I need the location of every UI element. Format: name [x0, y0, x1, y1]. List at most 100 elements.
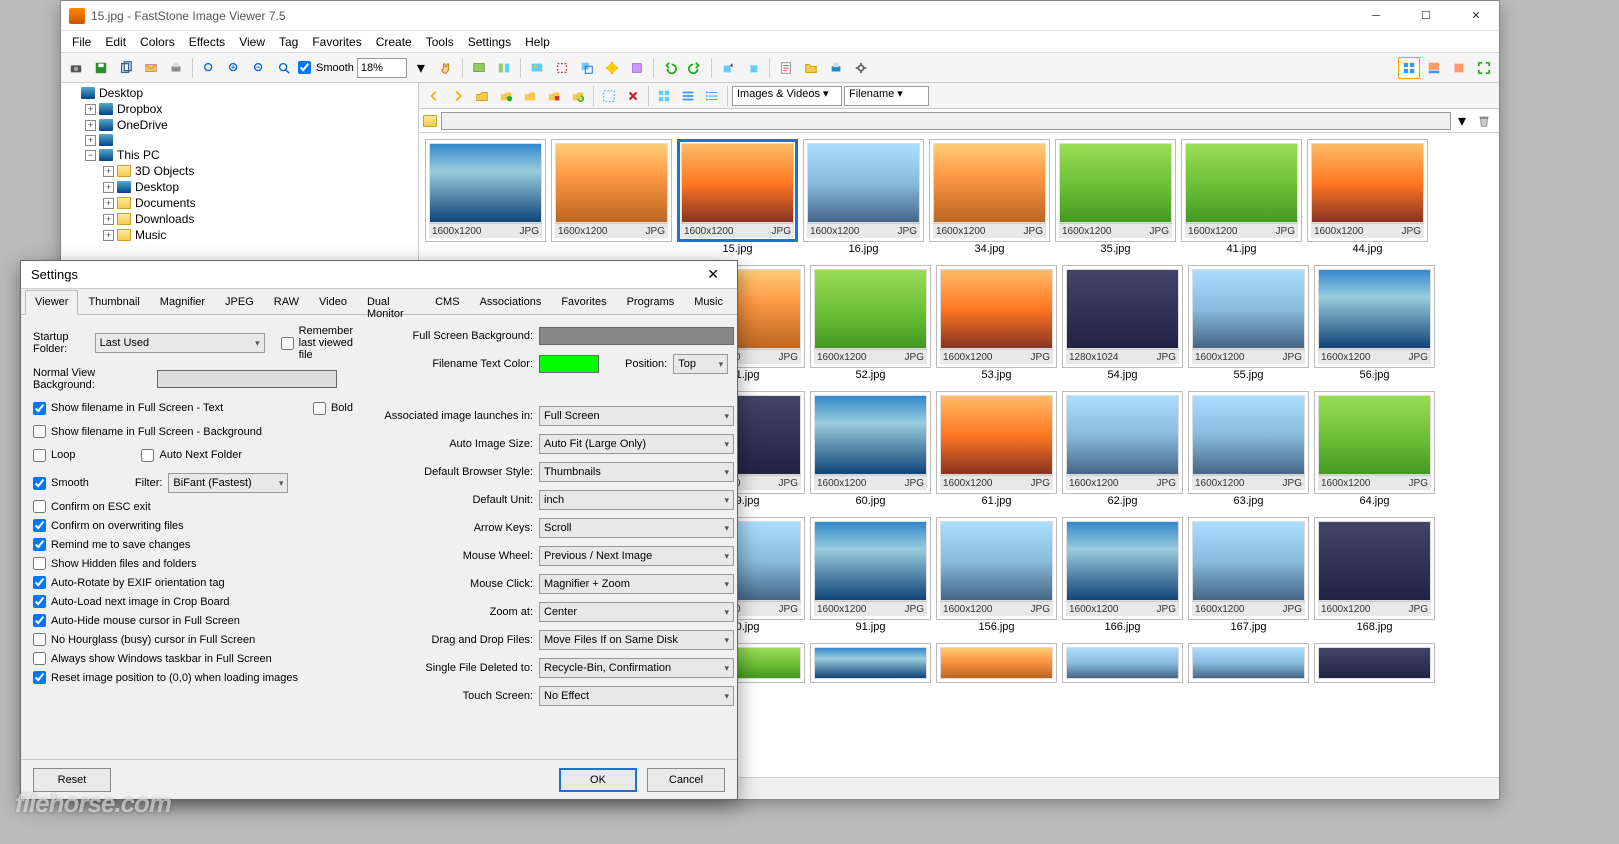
tab-viewer[interactable]: Viewer: [25, 290, 78, 315]
confirm-esc-checkbox[interactable]: Confirm on ESC exit: [33, 500, 353, 513]
menu-file[interactable]: File: [65, 33, 98, 51]
loop-checkbox[interactable]: Loop: [33, 449, 75, 462]
folder-red-icon[interactable]: [543, 85, 565, 107]
startup-folder-combo[interactable]: Last Used: [95, 333, 265, 353]
always-taskbar-checkbox[interactable]: Always show Windows taskbar in Full Scre…: [33, 652, 353, 665]
folder-new-icon[interactable]: [495, 85, 517, 107]
auto-next-checkbox[interactable]: Auto Next Folder: [141, 449, 242, 462]
path-input[interactable]: [441, 112, 1451, 130]
view-list-icon[interactable]: [677, 85, 699, 107]
zoomat-combo[interactable]: Center: [539, 602, 734, 622]
folder-up-icon[interactable]: [471, 85, 493, 107]
thumbnail[interactable]: 1600x1200JPG53.jpg: [936, 265, 1057, 381]
menu-favorites[interactable]: Favorites: [305, 33, 368, 51]
save-icon[interactable]: [90, 57, 112, 79]
menu-effects[interactable]: Effects: [182, 33, 232, 51]
show-filename-bg-checkbox[interactable]: Show filename in Full Screen - Backgroun…: [33, 425, 353, 438]
tab-jpeg[interactable]: JPEG: [215, 290, 264, 315]
trash-icon[interactable]: [1473, 110, 1495, 132]
zoom-out-icon[interactable]: [248, 57, 270, 79]
thumbnail[interactable]: 1600x1200JPG156.jpg: [936, 517, 1057, 633]
filter-combo-setting[interactable]: BiFant (Fastest): [168, 473, 288, 493]
close-button[interactable]: ✕: [1461, 6, 1491, 26]
thumbnail[interactable]: 1600x1200JPG16.jpg: [803, 139, 924, 255]
auto-size-combo[interactable]: Auto Fit (Large Only): [539, 434, 734, 454]
view-details-icon[interactable]: [701, 85, 723, 107]
tab-associations[interactable]: Associations: [470, 290, 552, 315]
tab-music[interactable]: Music: [684, 290, 733, 315]
thumbnail[interactable]: 1600x1200JPG: [551, 139, 672, 255]
hand-icon[interactable]: [435, 57, 457, 79]
ok-button[interactable]: OK: [559, 768, 637, 792]
tab-favorites[interactable]: Favorites: [551, 290, 616, 315]
browser-style-combo[interactable]: Thumbnails: [539, 462, 734, 482]
folder-icon[interactable]: [800, 57, 822, 79]
settings-icon[interactable]: [850, 57, 872, 79]
maximize-button[interactable]: ☐: [1411, 6, 1441, 26]
menu-create[interactable]: Create: [369, 33, 419, 51]
dragdrop-combo[interactable]: Move Files If on Same Disk: [539, 630, 734, 650]
print2-icon[interactable]: [825, 57, 847, 79]
show-hidden-checkbox[interactable]: Show Hidden files and folders: [33, 557, 353, 570]
position-combo[interactable]: Top: [673, 354, 728, 374]
auto-rotate-checkbox[interactable]: Auto-Rotate by EXIF orientation tag: [33, 576, 353, 589]
thumbnail[interactable]: 1600x1200JPG: [425, 139, 546, 255]
filename-text-color[interactable]: [539, 355, 599, 373]
tab-programs[interactable]: Programs: [617, 290, 685, 315]
tree-item[interactable]: +Downloads: [63, 211, 416, 227]
thumbnail[interactable]: 1600x1200JPG168.jpg: [1314, 517, 1435, 633]
thumbnail[interactable]: [1062, 643, 1183, 683]
delete-combo[interactable]: Recycle-Bin, Confirmation: [539, 658, 734, 678]
acquire-icon[interactable]: [65, 57, 87, 79]
sort-combo[interactable]: Filename ▾: [844, 86, 929, 106]
smooth-checkbox[interactable]: Smooth: [298, 61, 354, 74]
thumbnail[interactable]: 1600x1200JPG63.jpg: [1188, 391, 1309, 507]
remind-save-checkbox[interactable]: Remind me to save changes: [33, 538, 353, 551]
thumbnail[interactable]: 1600x1200JPG61.jpg: [936, 391, 1057, 507]
thumbnail[interactable]: 1280x1024JPG54.jpg: [1062, 265, 1183, 381]
menu-view[interactable]: View: [232, 33, 272, 51]
menu-tools[interactable]: Tools: [419, 33, 461, 51]
reset-pos-checkbox[interactable]: Reset image position to (0,0) when loadi…: [33, 671, 353, 684]
folder-yellow-icon[interactable]: [519, 85, 541, 107]
tab-video[interactable]: Video: [309, 290, 357, 315]
zoom-actual-icon[interactable]: [198, 57, 220, 79]
print-icon[interactable]: [165, 57, 187, 79]
smooth-setting-checkbox[interactable]: Smooth: [33, 477, 89, 490]
zoom-combo[interactable]: [357, 58, 407, 78]
draw-icon[interactable]: [626, 57, 648, 79]
rotate-right-icon[interactable]: [742, 57, 764, 79]
tab-thumbnail[interactable]: Thumbnail: [78, 290, 149, 315]
unit-combo[interactable]: inch: [539, 490, 734, 510]
info-icon[interactable]: [775, 57, 797, 79]
tree-item[interactable]: +Dropbox: [63, 101, 416, 117]
thumbnail[interactable]: 1600x1200JPG34.jpg: [929, 139, 1050, 255]
thumbnail[interactable]: [810, 643, 931, 683]
menu-colors[interactable]: Colors: [133, 33, 182, 51]
thumbnail[interactable]: 1600x1200JPG41.jpg: [1181, 139, 1302, 255]
compare-icon[interactable]: [493, 57, 515, 79]
thumbnail[interactable]: 1600x1200JPG62.jpg: [1062, 391, 1183, 507]
thumbnail[interactable]: 1600x1200JPG64.jpg: [1314, 391, 1435, 507]
zoom-fit-icon[interactable]: [273, 57, 295, 79]
thumbnail[interactable]: 1600x1200JPG55.jpg: [1188, 265, 1309, 381]
wheel-combo[interactable]: Previous / Next Image: [539, 546, 734, 566]
thumbnail[interactable]: 1600x1200JPG56.jpg: [1314, 265, 1435, 381]
slideshow-icon[interactable]: [468, 57, 490, 79]
bold-checkbox[interactable]: Bold: [313, 402, 353, 415]
email-icon[interactable]: [140, 57, 162, 79]
normal-bg-color[interactable]: [157, 370, 337, 388]
view-preview-icon[interactable]: [1423, 57, 1445, 79]
rotate-left-icon[interactable]: [717, 57, 739, 79]
select-all-icon[interactable]: [598, 85, 620, 107]
show-filename-text-checkbox[interactable]: Show filename in Full Screen - Text: [33, 402, 223, 415]
view-single-icon[interactable]: [1448, 57, 1470, 79]
redo-icon[interactable]: [684, 57, 706, 79]
tab-dual-monitor[interactable]: Dual Monitor: [357, 290, 425, 315]
tree-item[interactable]: +3D Objects: [63, 163, 416, 179]
undo-icon[interactable]: [659, 57, 681, 79]
thumbnail[interactable]: 1600x1200JPG166.jpg: [1062, 517, 1183, 633]
thumbnail[interactable]: 1600x1200JPG167.jpg: [1188, 517, 1309, 633]
copy-icon[interactable]: [115, 57, 137, 79]
thumbnail[interactable]: 1600x1200JPG35.jpg: [1055, 139, 1176, 255]
